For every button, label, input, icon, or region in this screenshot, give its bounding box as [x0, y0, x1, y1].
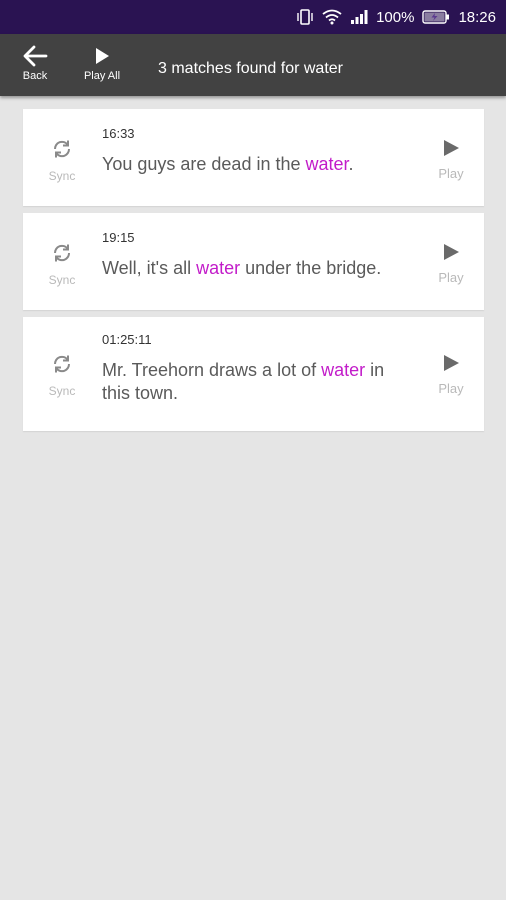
result-card: Sync 19:15 Well, it's all water under th… [23, 213, 484, 310]
match-highlight: water [305, 154, 349, 174]
battery-percent: 100% [376, 8, 415, 26]
results-list: Sync 16:33 You guys are dead in the wate… [23, 109, 484, 438]
sync-label: Sync [48, 384, 76, 398]
sync-button[interactable]: Sync [45, 353, 79, 398]
sync-button[interactable]: Sync [45, 138, 79, 183]
match-highlight: water [321, 360, 366, 380]
play-label: Play [438, 270, 464, 285]
play-button[interactable]: Play [434, 243, 468, 285]
sync-icon [51, 353, 73, 378]
play-icon [442, 243, 460, 264]
play-icon [94, 42, 110, 70]
result-card: Sync 01:25:11 Mr. Treehorn draws a lot o… [23, 317, 484, 431]
result-content[interactable]: 19:15 Well, it's all water under the bri… [102, 230, 414, 280]
sync-icon [51, 138, 73, 163]
play-all-label: Play All [83, 70, 121, 82]
result-card: Sync 16:33 You guys are dead in the wate… [23, 109, 484, 206]
quote-text-after: under the bridge. [240, 258, 382, 278]
play-label: Play [438, 166, 464, 181]
back-arrow-icon [22, 42, 48, 70]
quote-text-after: . [348, 154, 354, 174]
result-content[interactable]: 16:33 You guys are dead in the water. [102, 126, 414, 176]
back-label: Back [22, 70, 48, 82]
status-bar: 100% 18:26 [0, 0, 506, 34]
timestamp: 19:15 [102, 230, 135, 245]
quote-text: Well, it's all water under the bridge. [102, 257, 414, 280]
toolbar: Back Play All 3 matches found for water [0, 34, 506, 96]
quote-text-before: Well, it's all [102, 258, 197, 278]
play-label: Play [438, 381, 464, 396]
play-icon [442, 354, 460, 375]
quote-text: You guys are dead in the water. [102, 153, 414, 176]
timestamp: 01:25:11 [102, 332, 152, 347]
result-content[interactable]: 01:25:11 Mr. Treehorn draws a lot of wat… [102, 332, 414, 405]
clock: 18:26 [458, 8, 496, 26]
back-button[interactable]: Back [18, 42, 52, 82]
play-button[interactable]: Play [434, 354, 468, 396]
battery-charging-icon [422, 10, 450, 24]
quote-text: Mr. Treehorn draws a lot of water in thi… [102, 359, 414, 405]
vibrate-icon [296, 9, 314, 25]
play-icon [442, 139, 460, 160]
wifi-icon [322, 9, 342, 25]
quote-text-before: You guys are dead in the [102, 154, 306, 174]
sync-label: Sync [48, 169, 76, 183]
timestamp: 16:33 [102, 126, 135, 141]
sync-label: Sync [48, 273, 76, 287]
play-button[interactable]: Play [434, 139, 468, 181]
page-title: 3 matches found for water [158, 60, 343, 77]
quote-text-before: Mr. Treehorn draws a lot of [102, 360, 322, 380]
sync-icon [51, 242, 73, 267]
sync-button[interactable]: Sync [45, 242, 79, 287]
match-highlight: water [196, 258, 241, 278]
play-all-button[interactable]: Play All [80, 42, 124, 82]
signal-icon [350, 10, 368, 24]
